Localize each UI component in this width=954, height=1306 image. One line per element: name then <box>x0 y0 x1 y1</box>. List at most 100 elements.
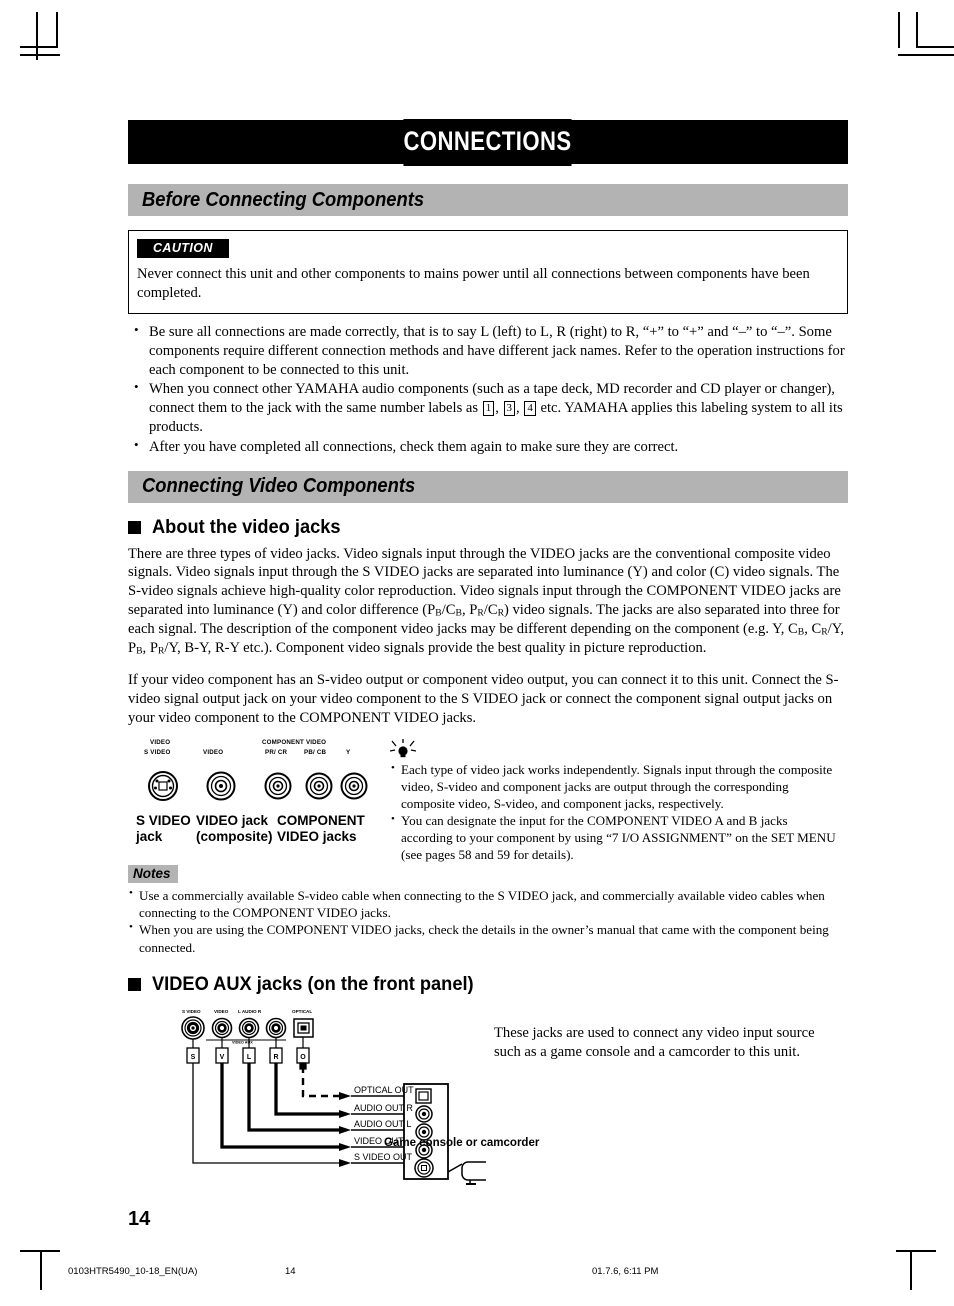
caution-box: CAUTION Never connect this unit and othe… <box>128 230 848 314</box>
jack-figure-and-tips-row: VIDEO S VIDEO VIDEO COMPONENT VIDEO PR/ … <box>128 739 848 862</box>
label-video: VIDEO <box>203 749 224 757</box>
tip-list: Each type of video jack works independen… <box>390 761 842 864</box>
list-item: When you are using the COMPONENT VIDEO j… <box>128 920 848 955</box>
label-y: Y <box>346 749 351 757</box>
para-seg: , P <box>461 601 478 618</box>
subheading-video-aux: VIDEO AUX jacks (on the front panel) <box>128 974 848 996</box>
paragraph-svideo-component-output: If your video component has an S-video o… <box>128 672 839 726</box>
caption-s-video-jack-line1: S VIDEO <box>136 813 191 829</box>
section-heading-text: Before Connecting Components <box>142 188 425 211</box>
jack-figure-connectors <box>136 769 372 803</box>
subheading-text: VIDEO AUX jacks (on the front panel) <box>152 973 474 995</box>
caption-s-video-jack-line2: jack <box>136 829 163 845</box>
section-heading-connecting-video: Connecting Video Components <box>128 470 848 503</box>
caution-tag: CAUTION <box>137 239 229 258</box>
document-page: CONNECTIONS Before Connecting Components… <box>0 0 954 1306</box>
section-heading-before-connecting: Before Connecting Components <box>128 184 848 216</box>
conn-label-optical-out: OPTICAL OUT <box>354 1085 414 1095</box>
caution-text: Never connect this unit and other compon… <box>137 266 810 301</box>
crop-mark-bottom-right-vertical <box>910 1250 912 1290</box>
label-component-video: COMPONENT VIDEO <box>262 739 327 747</box>
number-label-3: 3 <box>503 401 516 417</box>
game-console-label: Game console or camcorder <box>384 1136 540 1149</box>
notes-tag: Notes <box>128 865 178 884</box>
subheading-text: About the video jacks <box>152 516 341 538</box>
aux-label-audio: L AUDIO R <box>238 1009 262 1014</box>
crop-mark-top-left-horizontal-2 <box>20 46 58 48</box>
label-s-video: S VIDEO <box>144 749 171 757</box>
jack-figure-panel-labels: VIDEO S VIDEO VIDEO COMPONENT VIDEO PR/ … <box>136 739 372 769</box>
list-item: When you connect other YAMAHA audio comp… <box>128 379 848 436</box>
crop-mark-top-right-vertical-2 <box>916 12 918 48</box>
plug-letter-l: L <box>247 1054 252 1061</box>
tip-bulb-icon <box>389 739 417 761</box>
chapter-title: CONNECTIONS <box>403 118 573 166</box>
plug-letter-o: O <box>300 1054 306 1061</box>
para-seg: /C <box>441 601 456 618</box>
para-seg: , P <box>142 640 158 657</box>
number-label-1: 1 <box>482 401 495 417</box>
aux-label-video: VIDEO <box>214 1009 229 1014</box>
conn-label-audio-out-r: AUDIO OUT R <box>354 1103 413 1113</box>
plug-letter-v: V <box>220 1054 225 1061</box>
black-square-bullet-icon <box>128 978 141 992</box>
aux-label-s-video: S VIDEO <box>182 1009 201 1014</box>
footer-page: 14 <box>285 1266 296 1277</box>
black-square-bullet-icon <box>128 521 141 535</box>
crop-mark-bottom-left-horizontal <box>20 1250 60 1252</box>
footer-timestamp: 01.7.6, 6:11 PM <box>592 1266 659 1277</box>
chapter-title-bar: CONNECTIONS <box>128 118 848 166</box>
label-video-top: VIDEO <box>150 739 171 747</box>
crop-mark-top-right-horizontal <box>916 46 954 48</box>
bullet2-sep2: , <box>516 400 524 417</box>
crop-mark-top-left-vertical <box>36 12 38 60</box>
label-pb-cb: PB/ CB <box>304 749 327 757</box>
conn-label-s-video-out: S VIDEO OUT <box>354 1152 413 1162</box>
label-pr-cr: PR/ CR <box>265 749 288 757</box>
tip-block: Each type of video jack works independen… <box>389 739 842 864</box>
content-column: CONNECTIONS Before Connecting Components… <box>128 118 848 1194</box>
arrow-s-video <box>339 1158 351 1167</box>
caption-component-line2: VIDEO jacks <box>277 829 357 845</box>
list-item: You can designate the input for the COMP… <box>390 812 842 864</box>
number-label-4: 4 <box>524 401 536 417</box>
list-item: Use a commercially available S-video cab… <box>128 886 848 921</box>
before-connecting-bullet-list: Be sure all connections are made correct… <box>128 322 848 457</box>
caption-component-line1: COMPONENT <box>277 813 365 829</box>
video-jack-figure: VIDEO S VIDEO VIDEO COMPONENT VIDEO PR/ … <box>136 739 372 849</box>
jack-figure-captions: S VIDEO jack VIDEO jack (composite) COMP… <box>136 813 372 849</box>
page-number: 14 <box>128 1208 151 1230</box>
aux-diagram-svg: S VIDEO VIDEO L AUDIO R OPTICAL VIDEO AU… <box>181 1009 486 1185</box>
arrow-audio-r <box>339 1109 351 1118</box>
arrow-optical <box>339 1091 351 1100</box>
para-seg: /Y, B-Y, R-Y etc.). Component video sign… <box>164 640 707 657</box>
arrow-audio-l <box>339 1125 351 1134</box>
crop-mark-top-left-vertical-2 <box>56 12 58 48</box>
bullet2-sep1: , <box>495 400 503 417</box>
list-item: After you have completed all connections… <box>128 437 848 457</box>
caption-video-jack-line2: (composite) <box>196 829 273 845</box>
list-item: Each type of video jack works independen… <box>390 761 842 813</box>
video-aux-description: These jacks are used to connect any vide… <box>494 1024 815 1060</box>
plug-letter-s: S <box>191 1054 196 1061</box>
aux-label-optical: OPTICAL <box>292 1009 312 1014</box>
video-aux-connection-diagram: S VIDEO VIDEO L AUDIO R OPTICAL VIDEO AU… <box>176 1004 539 1194</box>
aux-label-video-aux: VIDEO AUX <box>232 1040 253 1044</box>
notes-list: Use a commercially available S-video cab… <box>128 886 848 955</box>
crop-mark-top-left-horizontal <box>20 54 60 56</box>
para-seg: , C <box>804 620 822 637</box>
subheading-about-video-jacks: About the video jacks <box>128 517 848 539</box>
arrow-video <box>339 1142 351 1151</box>
list-item: Be sure all connections are made correct… <box>128 322 848 379</box>
crop-mark-top-right-horizontal-2 <box>898 54 954 56</box>
conn-label-audio-out-l: AUDIO OUT L <box>354 1119 411 1129</box>
jack-connectors-svg <box>148 771 368 802</box>
para-seg: /C <box>483 601 498 618</box>
caption-video-jack-line1: VIDEO jack <box>196 813 269 829</box>
paragraph-video-jack-types: There are three types of video jacks. Vi… <box>128 545 848 659</box>
plug-letter-r: R <box>273 1054 278 1061</box>
crop-mark-bottom-right-horizontal <box>896 1250 936 1252</box>
footer-file-name: 0103HTR5490_10-18_EN(UA) <box>68 1266 198 1277</box>
video-aux-figure-area: These jacks are used to connect any vide… <box>128 1004 848 1194</box>
section-heading-text: Connecting Video Components <box>142 475 416 498</box>
